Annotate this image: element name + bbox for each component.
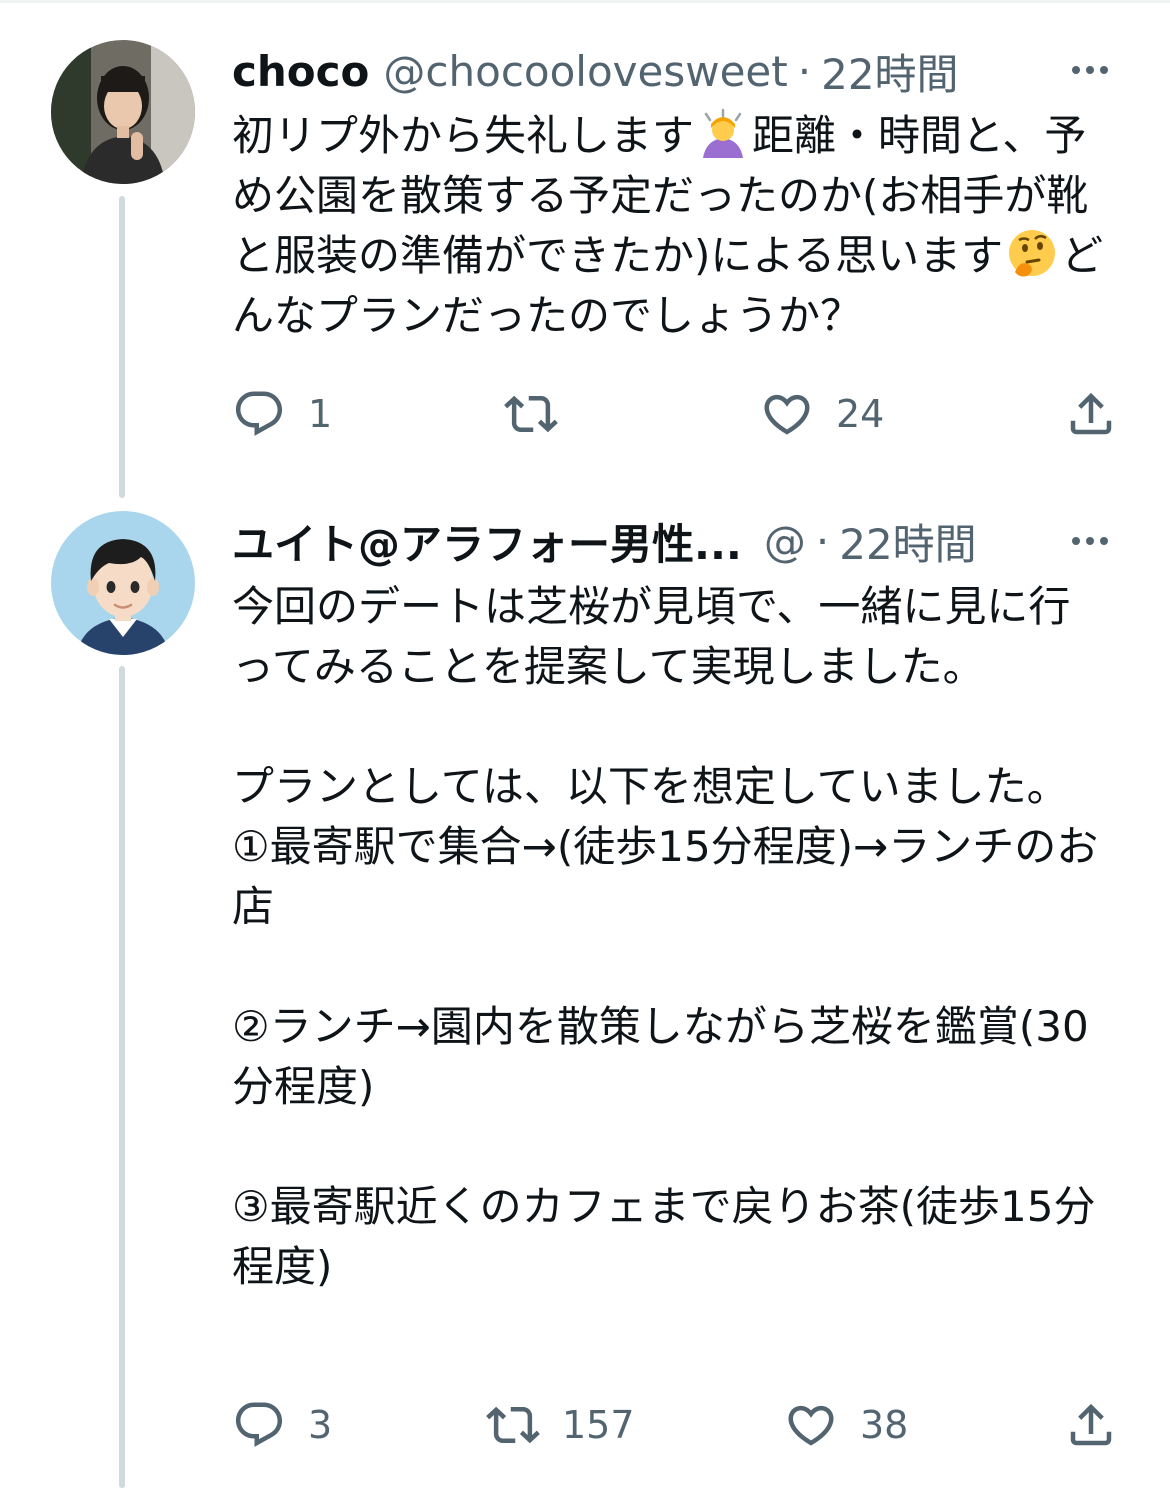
thread-line	[119, 666, 125, 1488]
reply-button[interactable]: 3	[232, 1397, 332, 1453]
like-button[interactable]: 38	[784, 1397, 908, 1453]
separator-dot: ·	[815, 516, 830, 566]
heart-icon	[788, 1405, 834, 1446]
heart-icon	[764, 394, 810, 435]
reply-count: 3	[308, 1403, 333, 1447]
tweet-header: ユイト@アラフォー男性... @ · 22時間	[232, 511, 977, 571]
top-divider	[0, 0, 1170, 3]
retweet-icon	[504, 395, 558, 433]
retweet-icon	[486, 1406, 540, 1444]
like-count: 38	[860, 1403, 909, 1447]
avatar-choco[interactable]	[51, 40, 195, 184]
tweet-header: choco @chocoolovesweet · 22時間	[232, 41, 959, 101]
share-icon	[1070, 392, 1112, 435]
user-handle[interactable]: @	[764, 517, 806, 566]
timestamp[interactable]: 22時間	[821, 41, 958, 102]
tweet-text-part: 初リプ外から失礼します	[232, 111, 695, 160]
reply-count: 1	[308, 392, 333, 436]
retweet-count: 157	[562, 1403, 635, 1447]
retweet-button[interactable]	[504, 386, 580, 442]
retweet-button[interactable]: 157	[486, 1397, 635, 1453]
timestamp[interactable]: 22時間	[839, 511, 976, 572]
share-button[interactable]	[1064, 1397, 1118, 1453]
more-options-icon[interactable]	[1066, 46, 1114, 94]
reply-button[interactable]: 1	[232, 386, 332, 442]
reply-icon	[235, 391, 283, 436]
tweet-text: 初リプ外から失礼します 距離・時間と、予め公園を散策する予定だったのか(お相手が靴…	[232, 106, 1117, 346]
reply-icon	[235, 1402, 283, 1447]
display-name[interactable]: ユイト@アラフォー男性...	[232, 511, 742, 572]
separator-dot: ·	[797, 46, 812, 96]
like-count: 24	[836, 392, 885, 436]
display-name[interactable]: choco	[232, 47, 369, 96]
more-options-icon[interactable]	[1066, 517, 1114, 565]
share-button[interactable]	[1064, 386, 1118, 442]
like-button[interactable]: 24	[760, 386, 884, 442]
share-icon	[1070, 1403, 1112, 1446]
avatar-yuito[interactable]	[51, 511, 195, 655]
user-handle[interactable]: @chocoolovesweet	[383, 47, 787, 96]
tweet-text: 今回のデートは芝桜が見頃で、一緒に見に行ってみることを提案して実現しました。 プ…	[232, 582, 1099, 1291]
thinking-face-emoji	[1007, 228, 1057, 278]
person-bowing-emoji	[698, 108, 748, 158]
thread-line	[119, 196, 125, 498]
